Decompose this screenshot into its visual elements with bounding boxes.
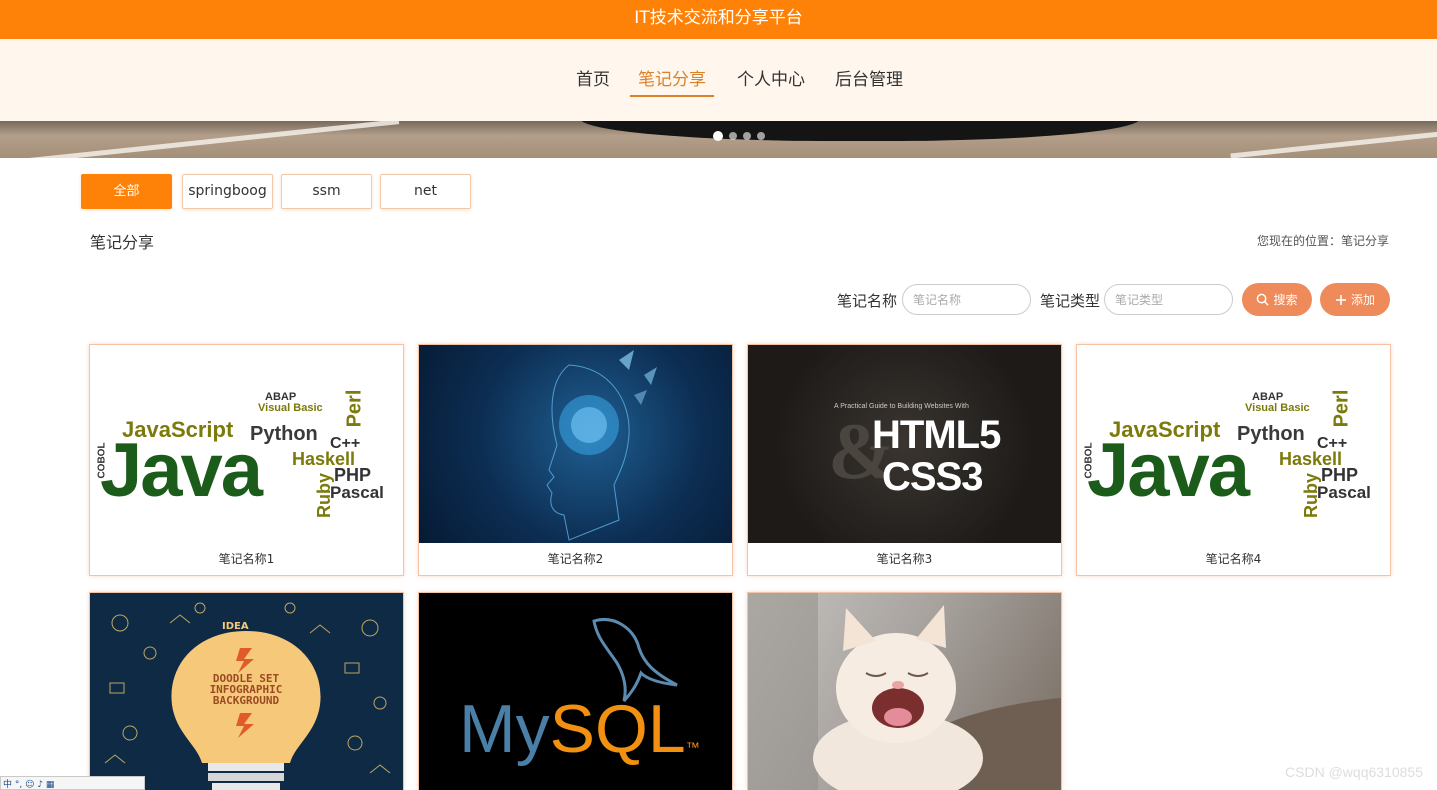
note-name-label: 笔记名称 (837, 292, 898, 310)
wordcloud-word: Ruby (1301, 473, 1321, 518)
note-card[interactable]: 笔记名称2 (418, 344, 733, 576)
banner-road-stripe (20, 121, 400, 158)
search-icon (1257, 293, 1270, 306)
banner-road-stripe (1230, 128, 1437, 158)
main-nav: 首页 笔记分享 个人中心 后台管理 (0, 39, 1437, 121)
mysql-wordmark: MySQL™ (459, 689, 700, 787)
book-title-css3: CSS3 (882, 455, 983, 499)
csdn-watermark: CSDN @wqq6310855 (1285, 764, 1423, 780)
note-thumbnail-mysql-logo: MySQL™ (419, 593, 732, 790)
note-card-title: 笔记名称4 (1205, 552, 1262, 566)
carousel-dot[interactable] (713, 131, 723, 141)
note-card[interactable]: MySQL™ (418, 592, 733, 790)
site-title-bar: IT技术交流和分享平台 (0, 0, 1437, 39)
wordcloud-word: Perl (1330, 389, 1353, 428)
note-name-input[interactable] (902, 284, 1031, 315)
doodle-idea-label: IDEA (222, 621, 249, 632)
wordcloud-word: Pascal (1317, 483, 1371, 502)
wordcloud-word: Ruby (314, 473, 334, 518)
mysql-my: My (459, 691, 550, 767)
carousel-dot[interactable] (729, 132, 737, 140)
wordcloud-word: Visual Basic (258, 402, 323, 414)
search-button[interactable]: 搜索 (1242, 283, 1312, 316)
note-type-label: 笔记类型 (1040, 292, 1101, 310)
mysql-sql: SQL (549, 691, 686, 767)
ime-toolbar-icons[interactable]: 中 °, ☺ ♪ ▦ (3, 777, 54, 790)
wordcloud-word: Visual Basic (1245, 402, 1310, 414)
category-net[interactable]: net (380, 174, 471, 209)
category-ssm[interactable]: ssm (281, 174, 372, 209)
section-title: 笔记分享 (90, 233, 155, 252)
nav-note-share[interactable]: 笔记分享 (630, 67, 714, 97)
add-button[interactable]: 添加 (1320, 283, 1390, 316)
carousel-dot[interactable] (757, 132, 765, 140)
note-thumbnail-java-wordcloud: JavaScript Python ABAP Visual Basic C++ … (90, 345, 403, 543)
category-springboog[interactable]: springboog (182, 174, 273, 209)
note-card[interactable]: JavaScript Python ABAP Visual Basic C++ … (1076, 344, 1391, 576)
note-card[interactable] (747, 592, 1062, 790)
carousel-dot[interactable] (743, 132, 751, 140)
note-thumbnail-html5-css3: A Practical Guide to Building Websites W… (748, 345, 1061, 543)
carousel-indicators (713, 131, 765, 141)
wordcloud-java-word: Java (1087, 428, 1250, 513)
note-thumbnail-lightbulb-doodle: IDEA DOODLE SET INFOGRAPHIC BACKGROUND (90, 593, 403, 790)
ai-head-illustration (546, 350, 657, 541)
nav-admin[interactable]: 后台管理 (835, 67, 903, 95)
doodle-text: DOODLE SET INFOGRAPHIC BACKGROUND (209, 672, 283, 707)
note-card[interactable]: JavaScript Python ABAP Visual Basic C++ … (89, 344, 404, 576)
add-button-label: 添加 (1350, 293, 1375, 307)
note-card-title: 笔记名称2 (547, 552, 604, 566)
note-thumbnail-yawning-cat (748, 593, 1061, 790)
mysql-tm: ™ (685, 739, 700, 755)
note-card[interactable]: A Practical Guide to Building Websites W… (747, 344, 1062, 576)
wordcloud-word: Perl (343, 389, 366, 428)
banner-car-image (580, 121, 1140, 141)
note-type-input[interactable] (1104, 284, 1233, 315)
note-thumbnail-ai-brain (419, 345, 732, 543)
breadcrumb: 您现在的位置：笔记分享 (1256, 234, 1389, 248)
plus-icon (1335, 294, 1346, 305)
category-all[interactable]: 全部 (81, 174, 172, 209)
ime-toolbar[interactable]: 中 °, ☺ ♪ ▦ (0, 776, 145, 790)
cat-photo (748, 593, 1061, 790)
note-card-title: 笔记名称3 (876, 552, 933, 566)
note-card-title: 笔记名称1 (218, 552, 275, 566)
book-title-html5: HTML5 (872, 413, 1001, 457)
nav-personal-center[interactable]: 个人中心 (737, 67, 805, 95)
note-thumbnail-java-wordcloud: JavaScript Python ABAP Visual Basic C++ … (1077, 345, 1390, 543)
note-card[interactable]: IDEA DOODLE SET INFOGRAPHIC BACKGROUND (89, 592, 404, 790)
site-title: IT技术交流和分享平台 (634, 8, 803, 28)
nav-home[interactable]: 首页 (576, 67, 610, 95)
wordcloud-word: Pascal (330, 483, 384, 502)
search-button-label: 搜索 (1273, 293, 1298, 307)
banner-carousel[interactable] (0, 121, 1437, 158)
wordcloud-java-word: Java (100, 428, 263, 513)
